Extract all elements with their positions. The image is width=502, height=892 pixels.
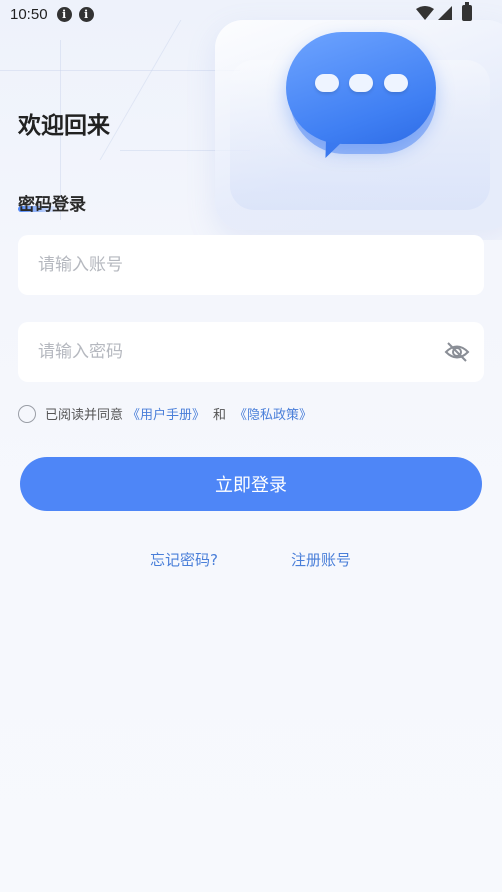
forgot-password-link[interactable]: 忘记密码? bbox=[150, 549, 218, 570]
battery-icon bbox=[462, 2, 472, 21]
status-bar: 10:50 i i bbox=[0, 0, 502, 28]
deco-line bbox=[99, 20, 182, 160]
bubble-dot bbox=[315, 74, 339, 92]
account-field[interactable] bbox=[18, 235, 484, 295]
page-title: 欢迎回来 bbox=[18, 113, 110, 139]
cellular-signal-icon bbox=[438, 6, 452, 20]
agreement-checkbox[interactable] bbox=[18, 404, 36, 423]
privacy-policy-link[interactable]: 《隐私政策》 bbox=[234, 404, 312, 423]
info-icon: i bbox=[78, 6, 94, 22]
eye-off-icon[interactable] bbox=[444, 340, 470, 364]
bubble-dot bbox=[349, 74, 373, 92]
info-icon: i bbox=[56, 6, 72, 22]
agreement-row: 已阅读并同意 《用户手册》 和 《隐私政策》 bbox=[18, 404, 312, 423]
user-manual-link[interactable]: 《用户手册》 bbox=[127, 404, 205, 423]
chat-bubble-icon bbox=[286, 32, 436, 162]
status-time: 10:50 bbox=[10, 5, 48, 23]
login-screen: 10:50 i i 欢迎回来 密码登录 已阅读并同意 《用户手册》 和 《 bbox=[0, 0, 502, 892]
agreement-connector: 和 bbox=[213, 408, 227, 423]
account-input[interactable] bbox=[38, 255, 464, 275]
deco-line bbox=[0, 70, 240, 71]
status-indicators bbox=[416, 2, 472, 21]
agreement-prefix: 已阅读并同意 bbox=[45, 408, 124, 423]
password-input[interactable] bbox=[38, 342, 464, 362]
password-field[interactable] bbox=[18, 322, 484, 382]
wifi-icon bbox=[416, 6, 434, 20]
register-link[interactable]: 注册账号 bbox=[291, 549, 351, 570]
bubble-dot bbox=[384, 74, 408, 92]
tab-password-login[interactable]: 密码登录 bbox=[18, 190, 86, 215]
login-button[interactable]: 立即登录 bbox=[20, 457, 482, 511]
